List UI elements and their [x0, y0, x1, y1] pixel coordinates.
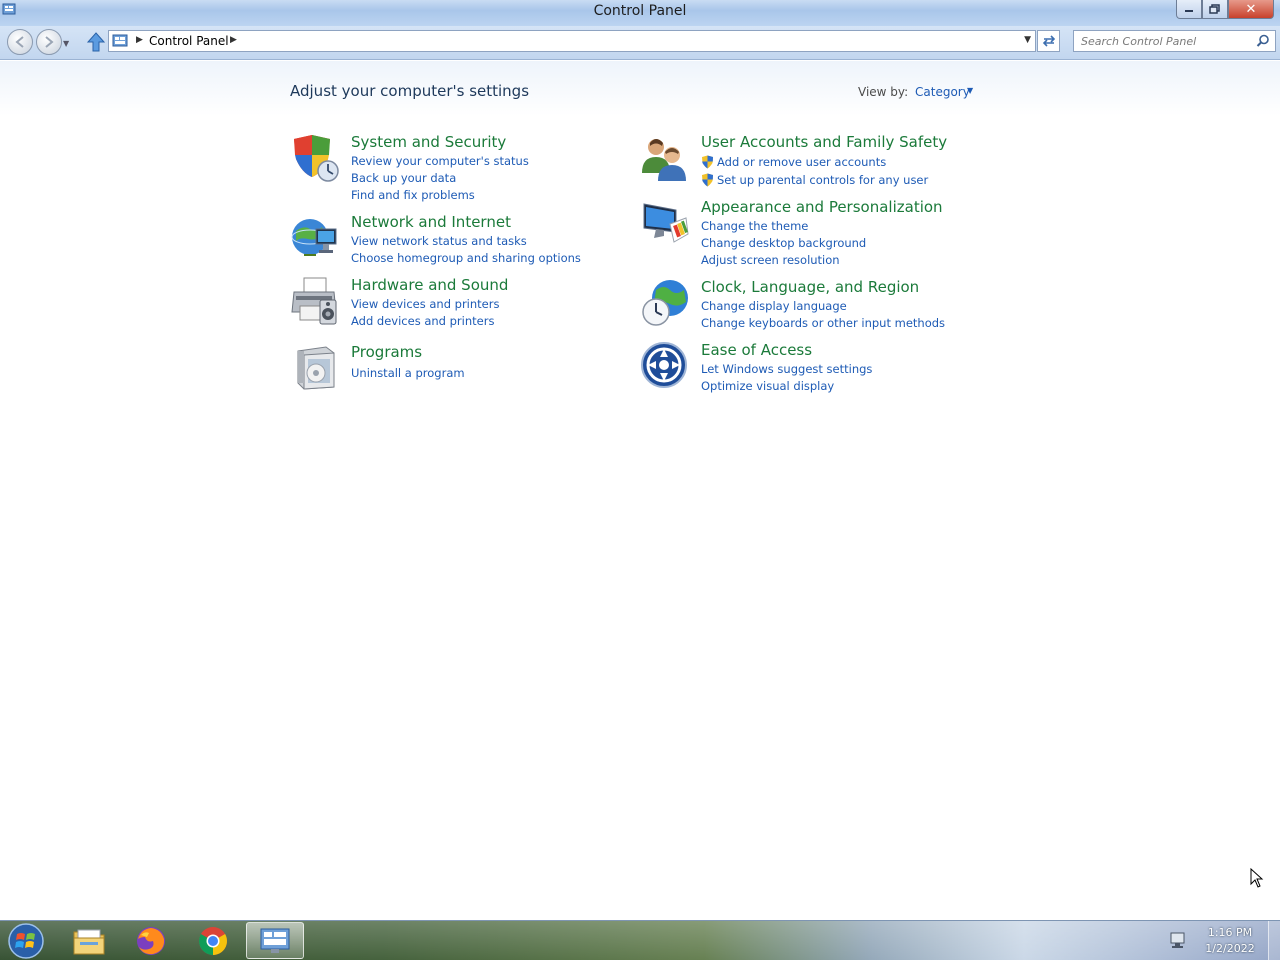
category-links: Review your computer's status Back up yo…	[351, 153, 529, 204]
forward-button[interactable]	[36, 29, 62, 55]
chrome-icon	[199, 926, 227, 955]
category-links: Let Windows suggest settings Optimize vi…	[701, 361, 872, 395]
network-globe-icon[interactable]	[290, 213, 340, 263]
search-icon[interactable]	[1256, 34, 1270, 48]
category-links: Uninstall a program	[351, 365, 465, 382]
category-title[interactable]: Ease of Access	[701, 341, 812, 359]
minimize-button[interactable]	[1176, 0, 1202, 19]
system-clock[interactable]: 1:16 PM 1/2/2022	[1197, 925, 1263, 957]
clock-date: 1/2/2022	[1205, 942, 1255, 955]
link-desktop-background[interactable]: Change desktop background	[701, 235, 866, 252]
link-windows-suggest[interactable]: Let Windows suggest settings	[701, 361, 872, 378]
close-button[interactable]: ✕	[1228, 0, 1274, 19]
link-optimize-visual[interactable]: Optimize visual display	[701, 378, 872, 395]
category-links: View devices and printers Add devices an…	[351, 296, 499, 330]
ease-of-access-icon[interactable]	[640, 341, 690, 391]
shield-security-icon[interactable]	[290, 133, 340, 183]
category-title[interactable]: Network and Internet	[351, 213, 511, 231]
category-links: View network status and tasks Choose hom…	[351, 233, 581, 267]
mouse-cursor-icon	[1250, 868, 1264, 888]
search-box[interactable]	[1073, 30, 1276, 52]
programs-box-icon[interactable]	[290, 343, 340, 393]
taskbar-firefox[interactable]	[122, 922, 180, 959]
users-icon[interactable]	[640, 133, 690, 183]
printer-speaker-icon[interactable]	[290, 276, 340, 326]
back-arrow-icon	[15, 36, 24, 48]
category-title[interactable]: Appearance and Personalization	[701, 198, 943, 216]
category-title[interactable]: Clock, Language, and Region	[701, 278, 919, 296]
link-find-fix-problems[interactable]: Find and fix problems	[351, 187, 529, 204]
clock-time: 1:16 PM	[1207, 926, 1253, 939]
category-title[interactable]: Programs	[351, 343, 422, 361]
chevron-down-icon[interactable]: ▼	[967, 86, 973, 95]
firefox-icon	[137, 926, 165, 955]
breadcrumb-control-panel[interactable]: Control Panel	[149, 34, 229, 48]
restore-icon	[1209, 4, 1220, 14]
link-change-theme[interactable]: Change the theme	[701, 218, 866, 235]
page-heading: Adjust your computer's settings	[290, 82, 530, 100]
taskbar-control-panel[interactable]	[246, 922, 304, 959]
category-title[interactable]: User Accounts and Family Safety	[701, 133, 947, 151]
uac-shield-icon	[702, 173, 713, 187]
link-uninstall-program[interactable]: Uninstall a program	[351, 365, 465, 382]
control-panel-icon	[112, 34, 128, 47]
link-keyboards-input[interactable]: Change keyboards or other input methods	[701, 315, 945, 332]
close-icon: ✕	[1245, 1, 1257, 17]
show-desktop-button[interactable]	[1268, 921, 1280, 960]
window-title: Control Panel	[593, 3, 687, 19]
control-panel-icon	[260, 928, 290, 953]
up-arrow-icon[interactable]	[87, 32, 105, 52]
link-back-up-data[interactable]: Back up your data	[351, 170, 529, 187]
link-display-language[interactable]: Change display language	[701, 298, 945, 315]
breadcrumb-separator[interactable]: ▶	[230, 35, 237, 45]
back-button[interactable]	[7, 29, 33, 55]
address-dropdown-button[interactable]: ▼	[1024, 35, 1031, 45]
category-links: Change the theme Change desktop backgrou…	[701, 218, 866, 269]
network-tray-icon[interactable]	[1169, 931, 1189, 949]
link-add-remove-accounts[interactable]: Add or remove user accounts	[701, 153, 928, 171]
recent-pages-dropdown[interactable]: ▼	[63, 39, 69, 48]
file-explorer-icon	[73, 929, 105, 954]
search-input[interactable]	[1074, 31, 1254, 51]
category-title[interactable]: Hardware and Sound	[351, 276, 508, 294]
link-review-status[interactable]: Review your computer's status	[351, 153, 529, 170]
link-homegroup-sharing[interactable]: Choose homegroup and sharing options	[351, 250, 581, 267]
view-by-label: View by:	[858, 85, 909, 99]
breadcrumb-separator[interactable]: ▶	[136, 35, 143, 45]
link-screen-resolution[interactable]: Adjust screen resolution	[701, 252, 866, 269]
monitor-palette-icon[interactable]	[640, 198, 690, 248]
start-orb-icon[interactable]	[6, 923, 46, 959]
minimize-icon	[1185, 10, 1193, 12]
forward-arrow-icon	[45, 36, 54, 48]
restore-button[interactable]	[1202, 0, 1228, 19]
link-view-devices-printers[interactable]: View devices and printers	[351, 296, 499, 313]
refresh-icon	[1042, 35, 1055, 47]
window-controls: ✕	[1176, 0, 1274, 19]
category-links: Change display language Change keyboards…	[701, 298, 945, 332]
navigation-bar: ▼ ▶ Control Panel ▶ ▼	[0, 26, 1280, 60]
address-bar[interactable]: ▶ Control Panel ▶ ▼	[108, 30, 1036, 52]
taskbar-chrome[interactable]	[184, 922, 242, 959]
refresh-button[interactable]	[1037, 30, 1060, 52]
clock-globe-icon[interactable]	[640, 278, 690, 328]
taskbar: 1:16 PM 1/2/2022	[0, 920, 1280, 960]
taskbar-file-explorer[interactable]	[60, 922, 118, 959]
link-network-status[interactable]: View network status and tasks	[351, 233, 581, 250]
category-links: Add or remove user accounts Set up paren…	[701, 153, 928, 189]
link-add-devices-printers[interactable]: Add devices and printers	[351, 313, 499, 330]
uac-shield-icon	[702, 155, 713, 169]
view-by-dropdown[interactable]: Category	[915, 85, 970, 99]
link-parental-controls[interactable]: Set up parental controls for any user	[701, 171, 928, 189]
title-bar: Control Panel ✕	[0, 0, 1280, 26]
category-title[interactable]: System and Security	[351, 133, 506, 151]
control-panel-content: Adjust your computer's settings View by:…	[0, 61, 1280, 920]
